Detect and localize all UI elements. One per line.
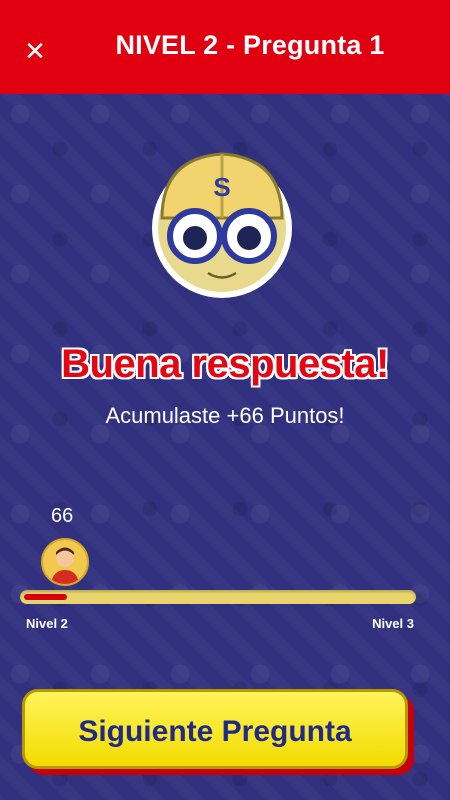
result-title: Buena respuesta! [61, 342, 389, 386]
close-icon[interactable]: ✕ [22, 38, 48, 64]
helmet-letter: S [213, 172, 230, 202]
level-end-label: Nivel 3 [372, 616, 414, 631]
helmet-mascot-icon: S [152, 152, 292, 298]
page-title: NIVEL 2 - Pregunta 1 [115, 30, 385, 60]
header-bar: ✕ NIVEL 2 - Pregunta 1 [0, 0, 450, 94]
player-avatar [41, 538, 89, 586]
level-start-label: Nivel 2 [26, 616, 68, 631]
result-subtitle: Acumulaste +66 Puntos! [105, 403, 345, 428]
points-value: 66 [51, 505, 74, 527]
level-progress-fill [24, 594, 67, 600]
next-question-button[interactable]: Siguiente Pregunta [22, 689, 408, 769]
level-progress-bar [20, 590, 416, 604]
